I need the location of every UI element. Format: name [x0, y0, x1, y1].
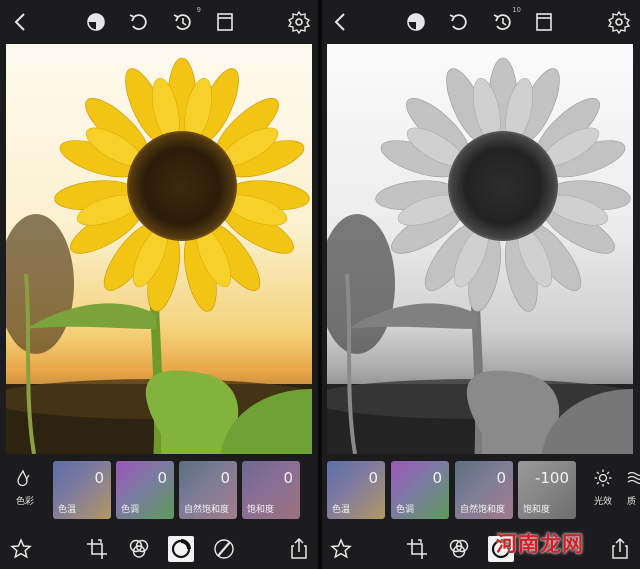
tile-label: 饱和度 — [523, 505, 551, 515]
tile-value: 0 — [496, 469, 506, 487]
tile-temperature[interactable]: 0 色温 — [53, 461, 111, 519]
tile-vibrance[interactable]: 0 自然饱和度 — [179, 461, 237, 519]
tile-value: 0 — [94, 469, 104, 487]
next-tool-partial[interactable]: 质 — [624, 458, 640, 522]
waves-icon — [626, 468, 640, 488]
color-adjust-panel: 0 色温 0 色调 0 自然饱和度 -100 饱和度 光效 质 — [322, 458, 640, 522]
drop-icon — [15, 468, 35, 488]
tile-label: 色调 — [121, 505, 140, 515]
history-count: 9 — [196, 6, 201, 14]
tile-value: 0 — [432, 469, 442, 487]
back-chevron-icon[interactable] — [8, 9, 34, 35]
tile-label: 饱和度 — [247, 505, 275, 515]
undo-icon[interactable] — [126, 9, 152, 35]
tile-value: 0 — [368, 469, 378, 487]
tile-vibrance[interactable]: 0 自然饱和度 — [455, 461, 513, 519]
tile-value: -100 — [534, 469, 569, 487]
color-tool-label: 色彩 — [15, 497, 34, 507]
crop-icon[interactable] — [404, 536, 430, 562]
top-toolbar: 10 — [322, 0, 640, 44]
crop-icon[interactable] — [84, 536, 110, 562]
star-icon[interactable] — [8, 536, 34, 562]
history-count: 10 — [512, 6, 521, 14]
tile-label: 色调 — [396, 505, 415, 515]
share-icon[interactable] — [286, 536, 312, 562]
undo-icon[interactable] — [446, 9, 472, 35]
history-icon[interactable]: 9 — [170, 6, 201, 35]
compare-icon[interactable] — [83, 9, 109, 35]
share-icon[interactable] — [607, 536, 633, 562]
editor-pane-left: 9 色彩 0 色温 0 色调 0 自然饱和度 0 饱和度 — [0, 0, 318, 569]
watermark-text: 河南龙网 — [496, 532, 584, 556]
filters-icon[interactable] — [126, 536, 152, 562]
crop-frame-icon[interactable] — [212, 9, 238, 35]
tile-tint[interactable]: 0 色调 — [391, 461, 449, 519]
tile-value: 0 — [283, 469, 293, 487]
crop-frame-icon[interactable] — [531, 9, 557, 35]
sunflower-photo-color — [6, 44, 312, 454]
top-toolbar: 9 — [0, 0, 318, 44]
tile-label: 自然饱和度 — [460, 505, 506, 515]
sunflower-photo-grayscale — [327, 44, 633, 454]
settings-gear-icon[interactable] — [286, 9, 312, 35]
light-effect-tool[interactable]: 光效 — [580, 458, 626, 522]
tile-label: 色温 — [58, 505, 77, 515]
tile-saturation[interactable]: -100 饱和度 — [518, 461, 576, 519]
settings-gear-icon[interactable] — [606, 9, 632, 35]
tile-label: 色温 — [332, 505, 351, 515]
tile-saturation[interactable]: 0 饱和度 — [242, 461, 300, 519]
bottom-toolbar — [322, 529, 640, 569]
next-tool-label: 质 — [627, 497, 637, 507]
tile-temperature[interactable]: 0 色温 — [327, 461, 385, 519]
brush-icon[interactable] — [211, 536, 237, 562]
adjust-dial-icon[interactable] — [168, 536, 194, 562]
tile-value: 0 — [157, 469, 167, 487]
back-chevron-icon[interactable] — [328, 9, 354, 35]
color-tool[interactable]: 色彩 — [2, 458, 48, 522]
filters-icon[interactable] — [446, 536, 472, 562]
bottom-toolbar — [0, 529, 318, 569]
compare-icon[interactable] — [403, 9, 429, 35]
color-adjust-panel: 色彩 0 色温 0 色调 0 自然饱和度 0 饱和度 — [0, 458, 318, 522]
star-icon[interactable] — [328, 536, 354, 562]
history-icon[interactable]: 10 — [490, 6, 521, 35]
tile-value: 0 — [220, 469, 230, 487]
tile-label: 自然饱和度 — [184, 505, 230, 515]
light-effect-label: 光效 — [593, 497, 612, 507]
sun-icon — [593, 468, 613, 488]
editor-pane-right: 10 0 色温 0 色调 0 自然饱和度 -100 饱和度 光效 质 — [322, 0, 640, 569]
tile-tint[interactable]: 0 色调 — [116, 461, 174, 519]
